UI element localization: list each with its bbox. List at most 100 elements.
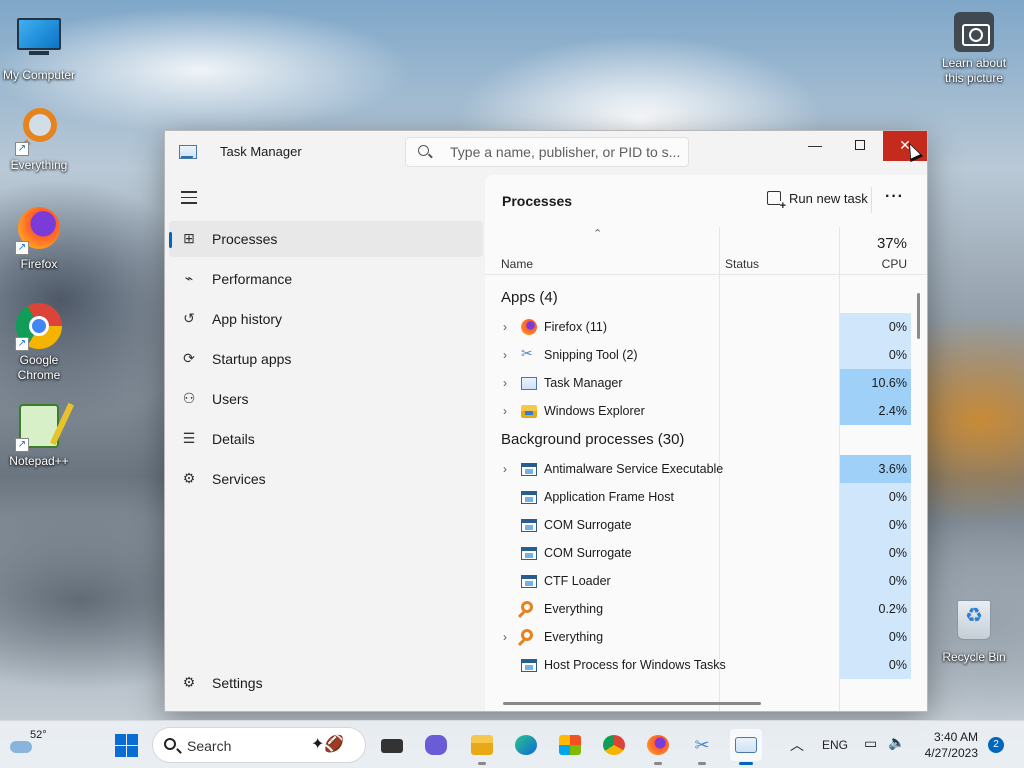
horizontal-scrollbar[interactable]	[503, 702, 761, 705]
sidebar-item-users[interactable]: ⚇ Users	[169, 381, 483, 417]
process-icon	[521, 547, 537, 560]
desktop-icon-learn-picture[interactable]: Learn about this picture	[936, 12, 1012, 86]
taskbar-edge[interactable]	[510, 729, 542, 761]
process-row[interactable]: Host Process for Windows Tasks 0%	[485, 651, 911, 679]
column-header-status[interactable]: Status	[725, 257, 759, 271]
weather-widget[interactable]: 52°	[8, 729, 48, 761]
process-icon	[521, 575, 537, 588]
taskbar-firefox[interactable]	[642, 729, 674, 765]
expand-chevron-icon[interactable]: ›	[503, 462, 507, 476]
cpu-cell: 0%	[840, 567, 911, 595]
sidebar-item-services[interactable]: ⚙ Services	[169, 461, 483, 497]
cpu-cell: 10.6%	[840, 369, 911, 397]
process-icon	[521, 659, 537, 672]
maximize-button[interactable]	[837, 131, 883, 161]
cpu-cell: 0%	[840, 623, 911, 651]
expand-chevron-icon[interactable]: ›	[503, 320, 507, 334]
process-row[interactable]: Everything 0.2%	[485, 595, 911, 623]
process-row[interactable]: COM Surrogate 0%	[485, 511, 911, 539]
show-hidden-icons-button[interactable]: ︿	[790, 735, 804, 755]
process-row[interactable]: Application Frame Host 0%	[485, 483, 911, 511]
task-manager-app-icon	[179, 145, 197, 159]
process-search-input[interactable]	[450, 142, 682, 162]
start-button[interactable]	[110, 729, 142, 761]
taskbar-file-explorer[interactable]	[466, 729, 498, 765]
title-bar[interactable]: Task Manager — ✕	[165, 131, 927, 175]
sidebar-item-processes[interactable]: ⊞ Processes	[169, 221, 483, 257]
process-row[interactable]: › Windows Explorer 2.4%	[485, 397, 911, 425]
settings-icon: ⚙	[182, 674, 196, 690]
search-icon	[164, 738, 176, 750]
process-row[interactable]: › Everything 0%	[485, 623, 911, 651]
desktop-icon-firefox[interactable]: ↗ Firefox	[1, 204, 77, 272]
language-indicator[interactable]: ENG	[822, 738, 848, 752]
taskbar-search[interactable]: Search ✦🏈	[152, 727, 366, 763]
desktop-icon-notepadpp[interactable]: ↗ Notepad++	[1, 402, 77, 469]
network-icon[interactable]: ▭	[864, 735, 877, 752]
desktop-icon-label: Firefox	[20, 257, 58, 271]
desktop-icon-recycle-bin[interactable]: Recycle Bin	[936, 596, 1012, 665]
expand-chevron-icon[interactable]: ›	[503, 348, 507, 362]
desktop-icon-everything[interactable]: ↗ Everything	[1, 106, 77, 173]
desktop-icon-google-chrome[interactable]: ↗ Google Chrome	[1, 302, 77, 383]
process-icon	[521, 319, 537, 335]
process-icon	[521, 463, 537, 476]
sidebar-item-label: Services	[212, 471, 266, 487]
taskbar-store[interactable]	[554, 729, 586, 761]
process-name: COM Surrogate	[544, 518, 632, 532]
run-new-task-button[interactable]: Run new task	[767, 191, 868, 211]
taskbar-snipping-tool[interactable]: ✂	[686, 729, 718, 765]
process-group-header[interactable]: Apps (4)	[485, 283, 911, 313]
sidebar-item-startup-apps[interactable]: ⟳ Startup apps	[169, 341, 483, 377]
taskbar-chat[interactable]	[420, 729, 452, 761]
expand-chevron-icon[interactable]: ›	[503, 376, 507, 390]
desktop-icon-my-computer[interactable]: My Computer	[1, 10, 77, 83]
process-row[interactable]: › Firefox (11) 0%	[485, 313, 911, 341]
expand-chevron-icon[interactable]: ›	[503, 630, 507, 644]
sidebar-item-performance[interactable]: ⌁ Performance	[169, 261, 483, 297]
process-row[interactable]: CTF Loader 0%	[485, 567, 911, 595]
process-search-box[interactable]	[405, 137, 689, 167]
sidebar-item-settings[interactable]: ⚙ Settings	[169, 665, 483, 701]
notification-badge[interactable]: 2	[988, 737, 1004, 753]
column-header-row: ⌃ Name Status 37% CPU	[485, 227, 927, 275]
sidebar-item-app-history[interactable]: ↺ App history	[169, 301, 483, 337]
hamburger-menu-button[interactable]	[181, 191, 197, 208]
process-row[interactable]: › Task Manager 10.6%	[485, 369, 911, 397]
cpu-total-percent[interactable]: 37%	[877, 235, 907, 252]
process-icon	[521, 405, 537, 418]
process-row[interactable]: COM Surrogate 0%	[485, 539, 911, 567]
cpu-cell	[840, 283, 911, 313]
taskbar-task-view[interactable]	[376, 729, 408, 761]
cpu-cell: 3.6%	[840, 455, 911, 483]
taskbar-task-manager[interactable]	[730, 729, 762, 765]
column-header-name[interactable]: Name	[501, 257, 533, 271]
desktop-icon-label: Recycle Bin	[942, 650, 1006, 664]
process-name: Snipping Tool (2)	[544, 348, 638, 362]
process-row[interactable]: › Antimalware Service Executable 3.6%	[485, 455, 911, 483]
desktop-icon-label: My Computer	[2, 68, 76, 82]
more-options-button[interactable]: ···	[885, 188, 904, 206]
process-icon	[521, 491, 537, 504]
process-row[interactable]: › Snipping Tool (2) 0%	[485, 341, 911, 369]
cpu-cell: 0%	[840, 313, 911, 341]
process-name: Everything	[544, 602, 604, 616]
vertical-scrollbar[interactable]	[917, 293, 920, 339]
search-icon	[418, 145, 429, 156]
processes-icon: ⊞	[183, 230, 195, 246]
volume-icon[interactable]: 🔈	[888, 734, 905, 751]
minimize-button[interactable]: —	[792, 131, 838, 161]
sidebar-item-details[interactable]: ☰ Details	[169, 421, 483, 457]
chrome-icon: ↗	[15, 303, 63, 351]
expand-chevron-icon[interactable]: ›	[503, 404, 507, 418]
edge-icon	[515, 735, 537, 755]
process-group-header[interactable]: Background processes (30)	[485, 425, 911, 455]
window-title: Task Manager	[220, 144, 302, 159]
process-icon	[521, 519, 537, 532]
process-name: Task Manager	[544, 376, 623, 390]
firefox-icon	[647, 735, 669, 755]
system-clock[interactable]: 3:40 AM 4/27/2023	[920, 729, 978, 761]
taskbar-search-label: Search	[187, 738, 232, 754]
column-header-cpu[interactable]: CPU	[882, 257, 907, 271]
taskbar-chrome[interactable]	[598, 729, 630, 761]
